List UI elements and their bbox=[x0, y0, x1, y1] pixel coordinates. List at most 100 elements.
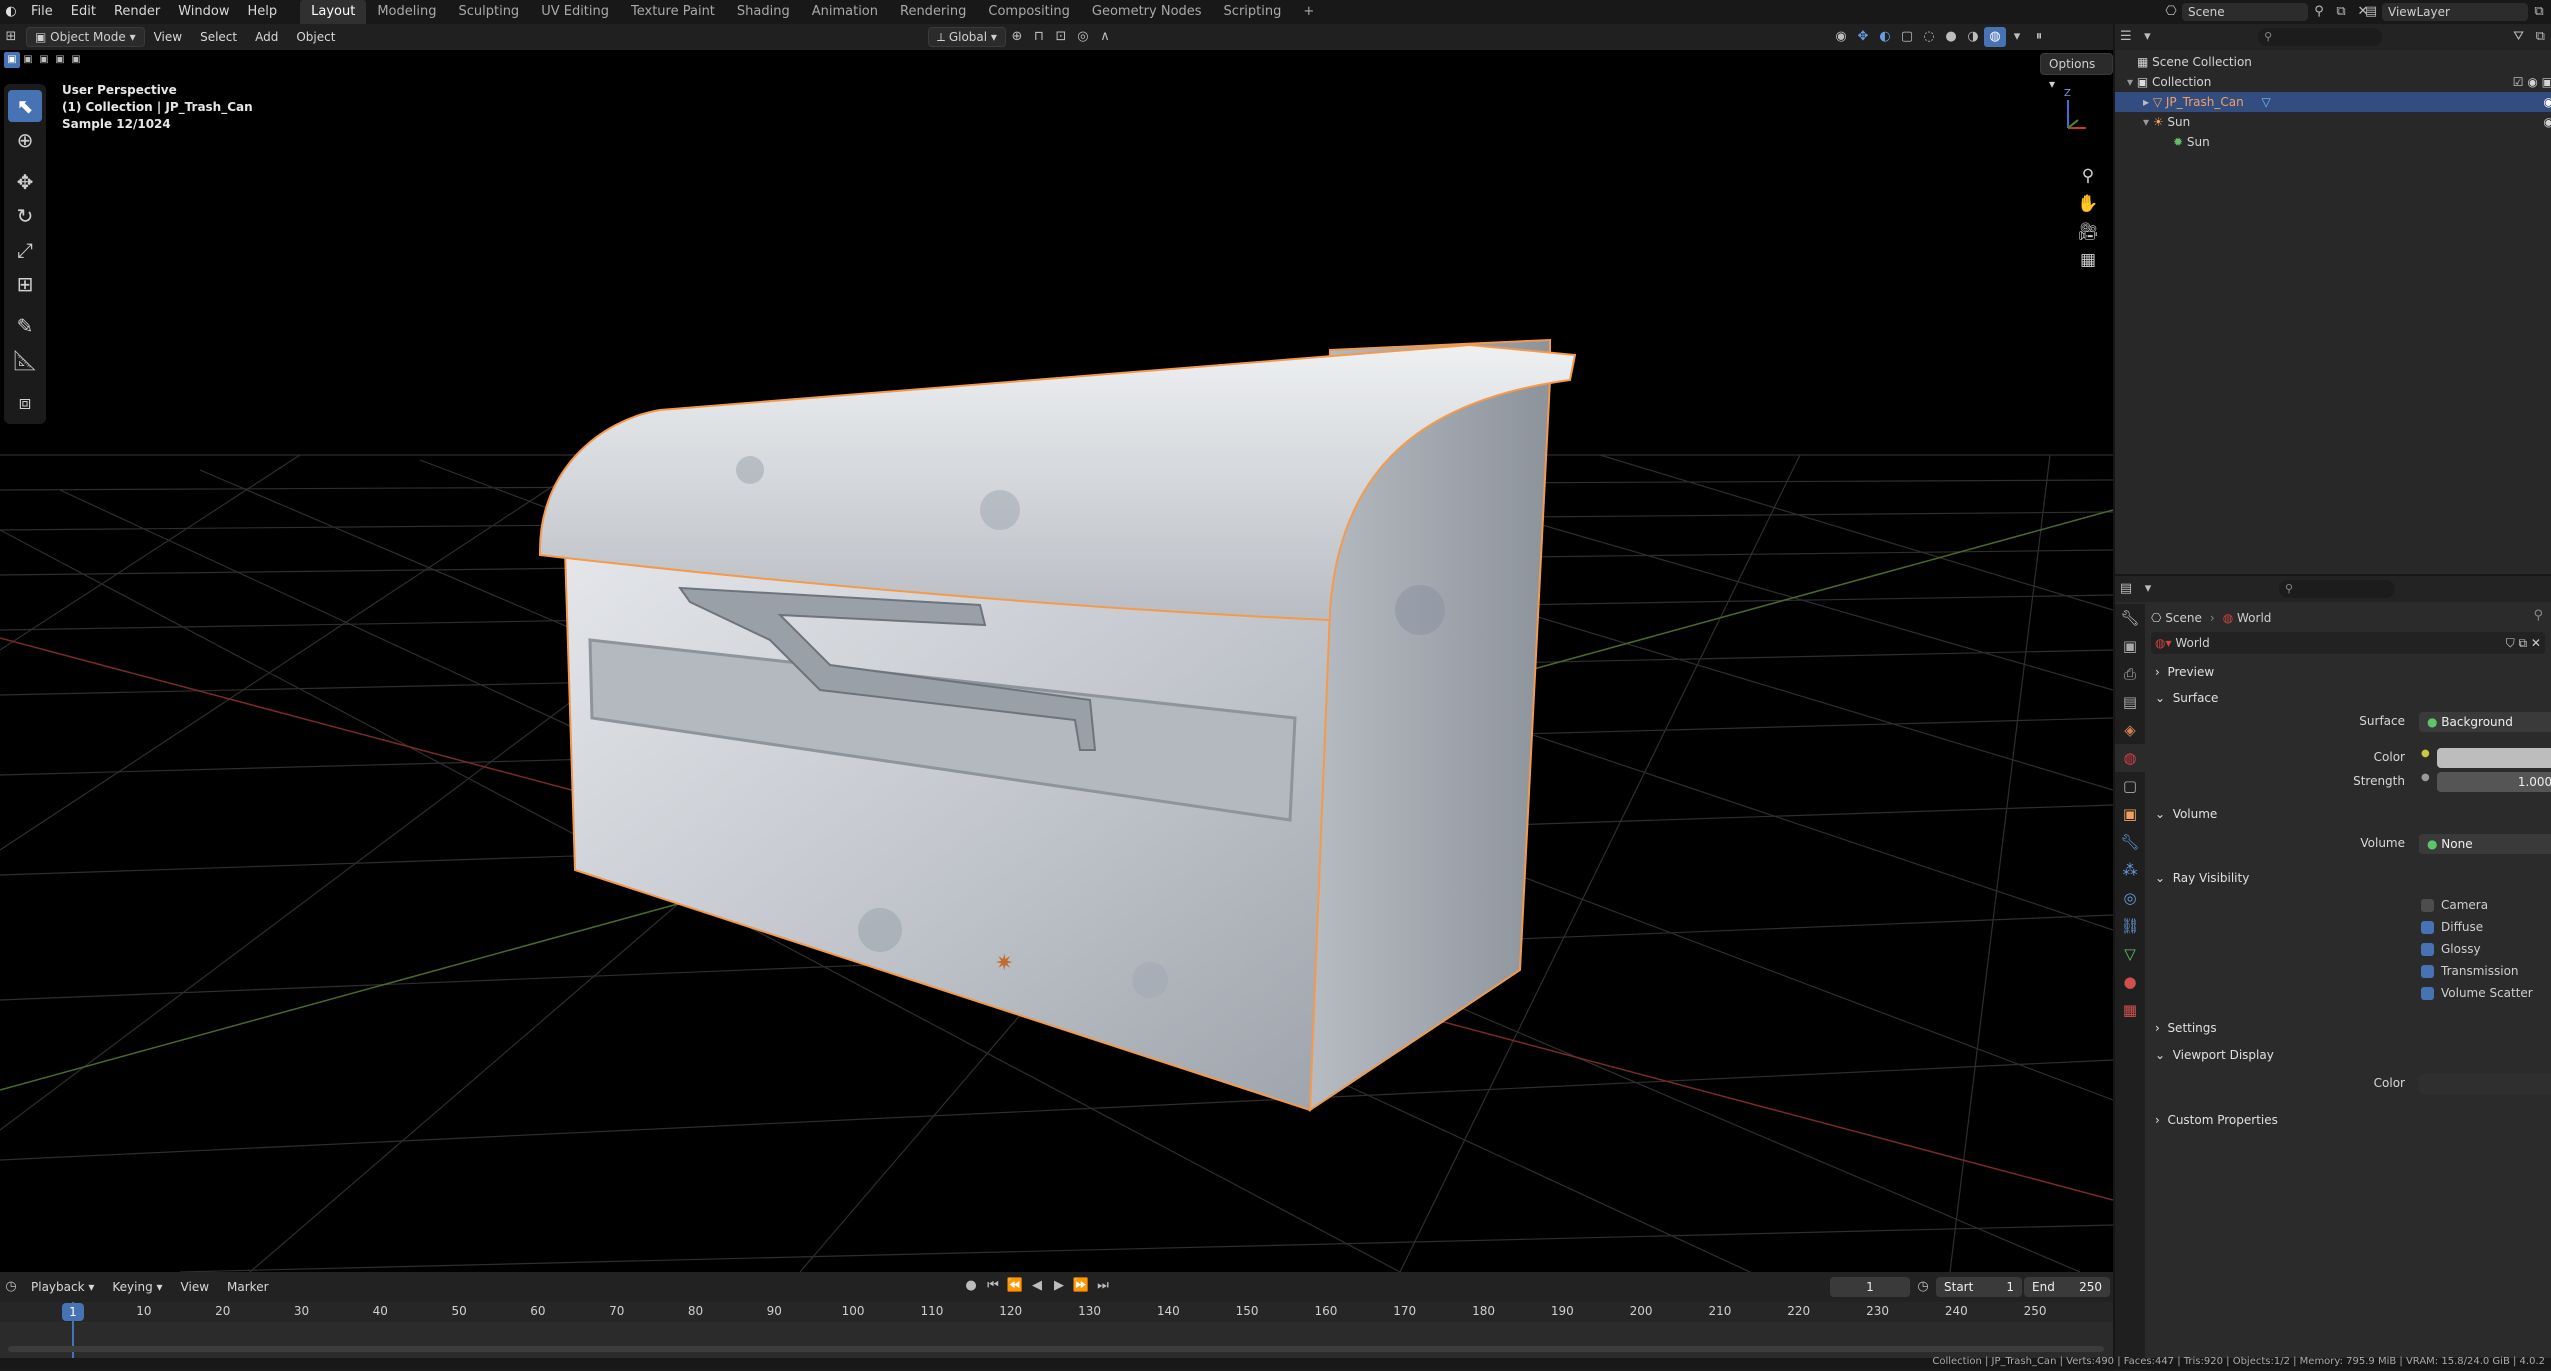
new-collection-icon[interactable]: ⧉ bbox=[2529, 27, 2551, 47]
ortho-grid-icon[interactable]: ▦ bbox=[2074, 246, 2102, 274]
navigation-gizmo[interactable]: Z bbox=[2042, 88, 2094, 140]
pivot-icon[interactable]: ⊕ bbox=[1006, 27, 1028, 47]
collection-tab-icon[interactable]: ▢ bbox=[2115, 772, 2145, 800]
transform-tool-icon[interactable]: ⊞ bbox=[8, 268, 42, 300]
select-box-tool-icon[interactable]: ⬉ bbox=[8, 90, 42, 122]
strength-value-field[interactable]: 1.000 bbox=[2437, 772, 2551, 792]
wireframe-shading-icon[interactable]: ◌ bbox=[1918, 27, 1940, 47]
jump-end-icon[interactable]: ⏭ bbox=[1092, 1276, 1114, 1296]
zoom-icon[interactable]: ⚲ bbox=[2074, 162, 2102, 190]
orientation-dropdown[interactable]: ⟂ Global ▾ bbox=[928, 27, 1006, 47]
gizmo-icon[interactable]: ✥ bbox=[1852, 27, 1874, 47]
pan-hand-icon[interactable]: ✋ bbox=[2074, 190, 2102, 218]
properties-search-input[interactable]: ⚲ bbox=[2279, 580, 2395, 598]
move-tool-icon[interactable]: ✥ bbox=[8, 166, 42, 198]
properties-editor-icon[interactable]: ▤ bbox=[2115, 579, 2137, 599]
tab-animation[interactable]: Animation bbox=[801, 0, 889, 24]
visibility-toggle-icon[interactable]: ◉ ▣ bbox=[2543, 92, 2551, 112]
ray-glossy-checkbox[interactable]: Glossy bbox=[2421, 942, 2481, 956]
world-tab-icon[interactable]: ◍ bbox=[2115, 744, 2145, 772]
timeline-menu-marker[interactable]: Marker bbox=[218, 1275, 277, 1299]
tab-texture-paint[interactable]: Texture Paint bbox=[620, 0, 726, 24]
timeline-menu-keying[interactable]: Keying ▾ bbox=[103, 1275, 171, 1299]
select-intersect-icon[interactable]: ▣ bbox=[68, 52, 84, 68]
add-workspace-button[interactable]: + bbox=[1292, 0, 1325, 24]
tab-modeling[interactable]: Modeling bbox=[366, 0, 447, 24]
start-frame-field[interactable]: Start 1 bbox=[1936, 1277, 2022, 1297]
viewport-display-color-swatch[interactable] bbox=[2419, 1074, 2551, 1094]
menu-edit[interactable]: Edit bbox=[62, 0, 105, 24]
menu-help[interactable]: Help bbox=[239, 0, 287, 24]
record-icon[interactable]: ● bbox=[960, 1276, 982, 1296]
scene-selector[interactable]: ⎔ Scene ⚲ ⧉ ✕ bbox=[2160, 2, 2374, 22]
proportional-edit-icon[interactable]: ◎ bbox=[1072, 27, 1094, 47]
timeline-menu-playback[interactable]: Playback ▾ bbox=[22, 1275, 103, 1299]
editor-type-icon[interactable]: ⊞ bbox=[0, 27, 22, 47]
current-frame-field[interactable]: 1 bbox=[1830, 1277, 1910, 1297]
expand-arrow-icon[interactable]: ▾ bbox=[2143, 115, 2153, 129]
outliner-editor-icon[interactable]: ☰ bbox=[2115, 27, 2137, 47]
menu-render[interactable]: Render bbox=[105, 0, 169, 24]
material-tab-icon[interactable]: ● bbox=[2115, 968, 2145, 996]
surface-shader-field[interactable]: ● Background bbox=[2419, 712, 2551, 732]
pause-render-icon[interactable]: ⏸ bbox=[2028, 27, 2050, 47]
world-datablock-selector[interactable]: ◍▾ World ⛉ ⧉ ✕ bbox=[2151, 632, 2545, 654]
3d-viewport[interactable]: ✷ User Perspective (1) Collection | JP_T… bbox=[0, 50, 2113, 1272]
prev-keyframe-icon[interactable]: ⏪ bbox=[1004, 1276, 1026, 1296]
pin-icon[interactable]: ⚲ bbox=[2308, 2, 2330, 22]
trash-can-model[interactable]: ✷ bbox=[539, 338, 1577, 1112]
shading-options-icon[interactable]: ▾ bbox=[2006, 27, 2028, 47]
solid-shading-icon[interactable]: ● bbox=[1940, 27, 1962, 47]
view-layer-selector[interactable]: ▤ ViewLayer ⧉ ✕ bbox=[2360, 2, 2551, 22]
add-cube-tool-icon[interactable]: ⧈ bbox=[8, 386, 42, 418]
section-ray-visibility[interactable]: ⌄ Ray Visibility bbox=[2155, 866, 2249, 890]
section-viewport-display[interactable]: ⌄ Viewport Display bbox=[2155, 1043, 2274, 1067]
options-button[interactable]: Options ▾ bbox=[2040, 53, 2113, 91]
new-scene-icon[interactable]: ⧉ bbox=[2330, 2, 2352, 22]
section-custom-properties[interactable]: › Custom Properties bbox=[2155, 1108, 2278, 1132]
collapse-arrow-icon[interactable]: ▸ bbox=[2143, 95, 2153, 109]
xray-icon[interactable]: ▢ bbox=[1896, 27, 1918, 47]
annotate-tool-icon[interactable]: ✎ bbox=[8, 310, 42, 342]
ray-volume-scatter-checkbox[interactable]: Volume Scatter bbox=[2421, 986, 2533, 1000]
outliner-item-sun-data[interactable]: ✹ Sun bbox=[2115, 132, 2551, 152]
snap-icon[interactable]: ⊓ bbox=[1028, 27, 1050, 47]
tab-rendering[interactable]: Rendering bbox=[889, 0, 977, 24]
physics-tab-icon[interactable]: ◎ bbox=[2115, 884, 2145, 912]
material-shading-icon[interactable]: ◑ bbox=[1962, 27, 1984, 47]
world-color-swatch[interactable] bbox=[2437, 748, 2551, 768]
measure-tool-icon[interactable]: 📐︎ bbox=[8, 344, 42, 376]
timeline-editor-icon[interactable]: ◷ bbox=[0, 1277, 22, 1297]
tool-tab-icon[interactable]: 🔧︎ bbox=[2115, 604, 2145, 632]
view-layer-tab-icon[interactable]: ▤ bbox=[2115, 688, 2145, 716]
menu-window[interactable]: Window bbox=[169, 0, 238, 24]
frame-ruler[interactable]: 10 20 30 40 50 60 70 80 90 100 110 120 130 140 150 160 1… bbox=[0, 1302, 2113, 1322]
play-reverse-icon[interactable]: ◀ bbox=[1026, 1276, 1048, 1296]
object-tab-icon[interactable]: ▣ bbox=[2115, 800, 2145, 828]
tab-scripting[interactable]: Scripting bbox=[1213, 0, 1293, 24]
ray-camera-checkbox[interactable]: Camera bbox=[2421, 898, 2488, 912]
expand-arrow-icon[interactable]: ▾ bbox=[2127, 75, 2137, 89]
play-icon[interactable]: ▶ bbox=[1048, 1276, 1070, 1296]
ray-transmission-checkbox[interactable]: Transmission bbox=[2421, 964, 2519, 978]
outliner-search-input[interactable]: ⚲ bbox=[2258, 28, 2382, 46]
tab-geometry-nodes[interactable]: Geometry Nodes bbox=[1081, 0, 1213, 24]
select-subtract-icon[interactable]: ▣ bbox=[36, 52, 52, 68]
dropdown-arrow-icon[interactable]: ▾ bbox=[2137, 579, 2159, 599]
rotate-tool-icon[interactable]: ↻ bbox=[8, 200, 42, 232]
mode-dropdown[interactable]: ▣ Object Mode ▾ bbox=[26, 27, 145, 47]
clock-icon[interactable]: ◷ bbox=[1912, 1277, 1934, 1297]
section-volume[interactable]: ⌄ Volume bbox=[2155, 802, 2217, 826]
section-preview[interactable]: › Preview bbox=[2155, 660, 2214, 684]
pin-icon[interactable]: ⚲ bbox=[2533, 608, 2543, 623]
scene-name-field[interactable]: Scene bbox=[2182, 3, 2308, 21]
visibility-icon[interactable]: ◉ bbox=[1830, 27, 1852, 47]
select-extend-icon[interactable]: ▣ bbox=[20, 52, 36, 68]
next-keyframe-icon[interactable]: ⏩ bbox=[1070, 1276, 1092, 1296]
blender-logo-icon[interactable]: ◐ bbox=[0, 2, 22, 22]
display-mode-icon[interactable]: ▾ bbox=[2137, 27, 2159, 47]
outliner-item-trash-can[interactable]: ▸ ▽ JP_Trash_Can ▽ ◉ ▣ bbox=[2115, 92, 2551, 112]
new-view-layer-icon[interactable]: ⧉ bbox=[2528, 2, 2550, 22]
ray-diffuse-checkbox[interactable]: Diffuse bbox=[2421, 920, 2483, 934]
select-new-icon[interactable]: ▣ bbox=[4, 52, 20, 68]
